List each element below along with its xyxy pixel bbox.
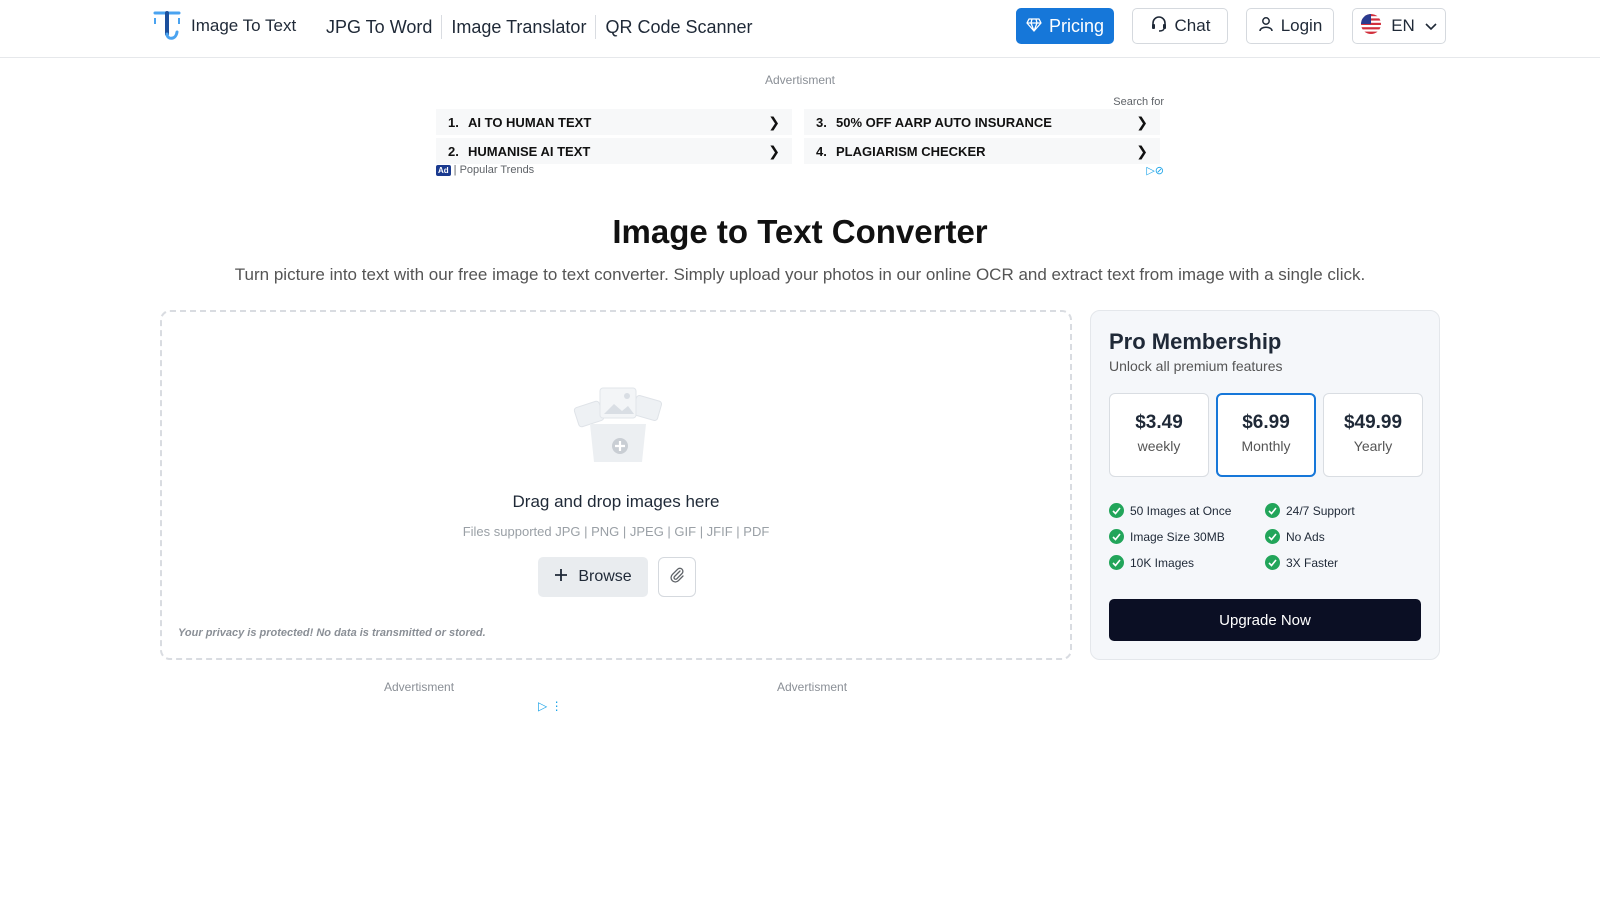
check-icon — [1265, 555, 1280, 570]
upgrade-now-button[interactable]: Upgrade Now — [1109, 599, 1421, 641]
check-icon — [1109, 529, 1124, 544]
ad-badge: Ad — [436, 164, 451, 176]
feature-label: 50 Images at Once — [1130, 503, 1232, 518]
pro-title: Pro Membership — [1109, 329, 1282, 354]
page-subtitle: Turn picture into text with our free ima… — [234, 265, 1366, 284]
top-ad-unit: Search for 1. AI TO HUMAN TEXT ❯ 2. HUMA… — [436, 96, 1164, 182]
ad-link-text: PLAGIARISM CHECKER — [836, 143, 986, 159]
ad-link-text: 50% OFF AARP AUTO INSURANCE — [836, 114, 1052, 130]
feature-label: 10K Images — [1130, 555, 1195, 570]
privacy-note: Your privacy is protected! No data is tr… — [178, 627, 486, 639]
language-select[interactable]: EN — [1352, 8, 1446, 44]
ad-link-text: HUMANISE AI TEXT — [468, 143, 591, 159]
ad-label-top: Advertisment — [764, 73, 836, 87]
pro-subtitle: Unlock all premium features — [1109, 358, 1283, 374]
plan-weekly[interactable]: $3.49 weekly — [1109, 393, 1209, 477]
browse-button[interactable]: Browse — [538, 557, 648, 597]
ad-footer-text: | Popular Trends — [453, 164, 535, 176]
ad-link-3[interactable]: 3. 50% OFF AARP AUTO INSURANCE ❯ — [804, 109, 1160, 135]
chat-button[interactable]: Chat — [1132, 8, 1228, 44]
feature-item: No Ads — [1265, 529, 1325, 544]
plan-period: Monthly — [1241, 438, 1291, 454]
upload-illustration-icon — [570, 384, 666, 466]
logo-icon — [152, 10, 182, 42]
us-flag-icon — [1361, 13, 1382, 39]
feature-item: Image Size 30MB — [1109, 529, 1225, 544]
logo-text: Image To Text — [191, 16, 297, 35]
ad-link-number: 2. — [448, 143, 459, 159]
page-title: Image to Text Converter — [612, 213, 988, 250]
ad-search-for: Search for — [1113, 96, 1164, 108]
browse-label: Browse — [578, 568, 632, 585]
nav-image-translator[interactable]: Image Translator — [442, 14, 595, 40]
site-logo[interactable]: Image To Text — [152, 10, 296, 42]
nav-qr-code-scanner[interactable]: QR Code Scanner — [596, 14, 761, 40]
plan-yearly[interactable]: $49.99 Yearly — [1323, 393, 1423, 477]
top-header: Image To Text JPG To Word Image Translat… — [0, 0, 1600, 58]
feature-label: 24/7 Support — [1286, 503, 1355, 518]
feature-item: 24/7 Support — [1265, 503, 1355, 518]
pricing-label: Pricing — [1048, 15, 1105, 36]
ad-link-number: 4. — [816, 143, 827, 159]
plan-monthly[interactable]: $6.99 Monthly — [1216, 393, 1316, 477]
feature-label: 3X Faster — [1286, 555, 1339, 570]
paperclip-icon — [669, 566, 685, 589]
plan-price: $49.99 — [1343, 412, 1403, 433]
headset-icon — [1150, 15, 1168, 38]
ad-label-bottom-right: Advertisment — [777, 680, 848, 694]
ad-footer: Ad | Popular Trends — [436, 164, 534, 176]
pricing-button[interactable]: Pricing — [1016, 8, 1114, 44]
feature-item: 10K Images — [1109, 555, 1194, 570]
nav-jpg-to-word[interactable]: JPG To Word — [326, 14, 441, 40]
ad-link-2[interactable]: 2. HUMANISE AI TEXT ❯ — [436, 138, 792, 164]
ad-label-bottom-left: Advertisment — [384, 680, 455, 694]
check-icon — [1109, 555, 1124, 570]
ad-link-number: 1. — [448, 114, 459, 130]
plan-price: $3.49 — [1135, 412, 1183, 433]
plan-period: weekly — [1137, 438, 1181, 454]
chat-label: Chat — [1174, 16, 1211, 35]
adchoices-icon[interactable]: ▷ ⋮ — [538, 699, 563, 713]
chevron-right-icon: ❯ — [1136, 113, 1148, 130]
chevron-right-icon: ❯ — [768, 113, 780, 130]
check-icon — [1265, 529, 1280, 544]
login-label: Login — [1280, 16, 1323, 35]
plan-period: Yearly — [1353, 438, 1393, 454]
ad-link-number: 3. — [816, 114, 827, 130]
ad-link-text: AI TO HUMAN TEXT — [468, 114, 592, 130]
pro-membership-card: Pro Membership Unlock all premium featur… — [1090, 310, 1440, 660]
diamond-icon — [1026, 16, 1042, 37]
check-icon — [1109, 503, 1124, 518]
chevron-down-icon — [1425, 16, 1437, 36]
drop-zone-title: Drag and drop images here — [512, 492, 720, 511]
feature-item: 3X Faster — [1265, 555, 1338, 570]
chevron-right-icon: ❯ — [768, 142, 780, 159]
adchoices-icon[interactable]: ▷⊘ — [1146, 164, 1164, 177]
feature-label: No Ads — [1286, 529, 1325, 544]
language-label: EN — [1391, 16, 1415, 35]
plan-price: $6.99 — [1242, 412, 1290, 433]
user-icon — [1258, 16, 1274, 37]
image-drop-zone[interactable]: Drag and drop images here Files supporte… — [160, 310, 1072, 660]
attach-link-button[interactable] — [658, 557, 696, 597]
ad-link-1[interactable]: 1. AI TO HUMAN TEXT ❯ — [436, 109, 792, 135]
feature-label: Image Size 30MB — [1130, 529, 1225, 544]
check-icon — [1265, 503, 1280, 518]
feature-item: 50 Images at Once — [1109, 503, 1231, 518]
login-button[interactable]: Login — [1246, 8, 1334, 44]
ad-link-4[interactable]: 4. PLAGIARISM CHECKER ❯ — [804, 138, 1160, 164]
plus-icon — [554, 568, 568, 587]
main-nav: JPG To Word Image Translator QR Code Sca… — [326, 14, 762, 40]
chevron-right-icon: ❯ — [1136, 142, 1148, 159]
supported-file-types: Files supported JPG | PNG | JPEG | GIF |… — [462, 524, 770, 539]
